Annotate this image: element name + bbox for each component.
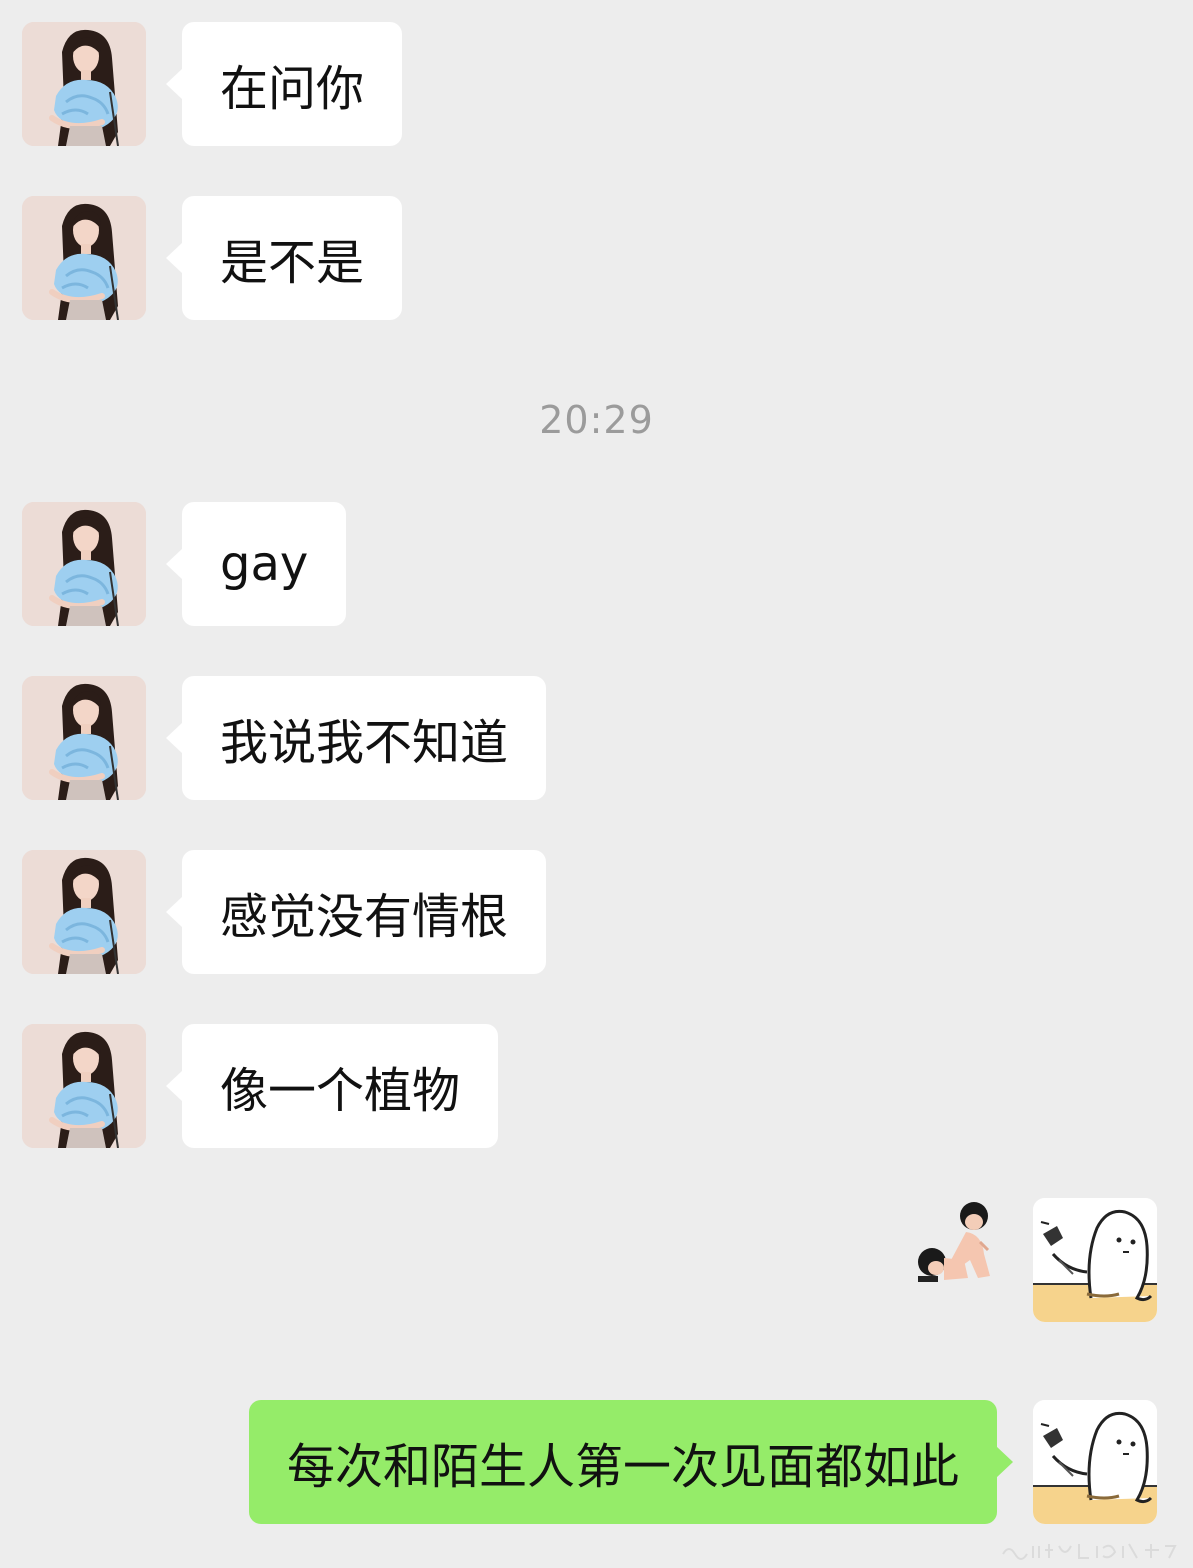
message-row: gay	[0, 502, 1193, 626]
message-row: 像一个植物	[0, 1024, 1193, 1148]
message-row: 是不是	[0, 196, 1193, 320]
message-text: 感觉没有情根	[220, 889, 509, 945]
ghost-doodle-icon	[1033, 1198, 1157, 1322]
contact-avatar[interactable]	[22, 22, 146, 146]
incoming-message-bubble[interactable]: 感觉没有情根	[165, 850, 547, 974]
contact-avatar[interactable]	[22, 502, 146, 626]
self-avatar[interactable]	[1033, 1198, 1157, 1322]
contact-avatar[interactable]	[22, 1024, 146, 1148]
girl-portrait-icon	[22, 1024, 146, 1148]
two-figures-sticker-icon	[918, 1202, 990, 1282]
message-text: 我说我不知道	[220, 715, 509, 771]
contact-avatar[interactable]	[22, 196, 146, 320]
girl-portrait-icon	[22, 502, 146, 626]
message-row: 感觉没有情根	[0, 850, 1193, 974]
girl-portrait-icon	[22, 196, 146, 320]
message-row: 每次和陌生人第一次见面都如此	[0, 1400, 1193, 1524]
message-text: gay	[220, 536, 309, 592]
watermark-logo	[1002, 1543, 1177, 1560]
contact-avatar[interactable]	[22, 676, 146, 800]
incoming-message-bubble[interactable]: 我说我不知道	[165, 676, 547, 800]
message-text: 像一个植物	[220, 1063, 461, 1119]
self-avatar[interactable]	[1033, 1400, 1157, 1524]
contact-avatar[interactable]	[22, 850, 146, 974]
girl-portrait-icon	[22, 22, 146, 146]
incoming-message-bubble[interactable]: 像一个植物	[165, 1024, 499, 1148]
message-text: 是不是	[220, 235, 365, 291]
incoming-message-bubble[interactable]: gay	[165, 502, 347, 626]
girl-portrait-icon	[22, 676, 146, 800]
message-row	[0, 1198, 1193, 1322]
sticker-message[interactable]	[908, 1198, 1000, 1288]
outgoing-message-bubble[interactable]: 每次和陌生人第一次见面都如此	[248, 1400, 1014, 1524]
chat-timestamp: 20:29	[539, 398, 654, 442]
message-text: 在问你	[220, 61, 365, 117]
message-text: 每次和陌生人第一次见面都如此	[286, 1439, 959, 1495]
message-row: 在问你	[0, 22, 1193, 146]
incoming-message-bubble[interactable]: 是不是	[165, 196, 403, 320]
incoming-message-bubble[interactable]: 在问你	[165, 22, 403, 146]
girl-portrait-icon	[22, 850, 146, 974]
ghost-doodle-icon	[1033, 1400, 1157, 1524]
message-row: 我说我不知道	[0, 676, 1193, 800]
